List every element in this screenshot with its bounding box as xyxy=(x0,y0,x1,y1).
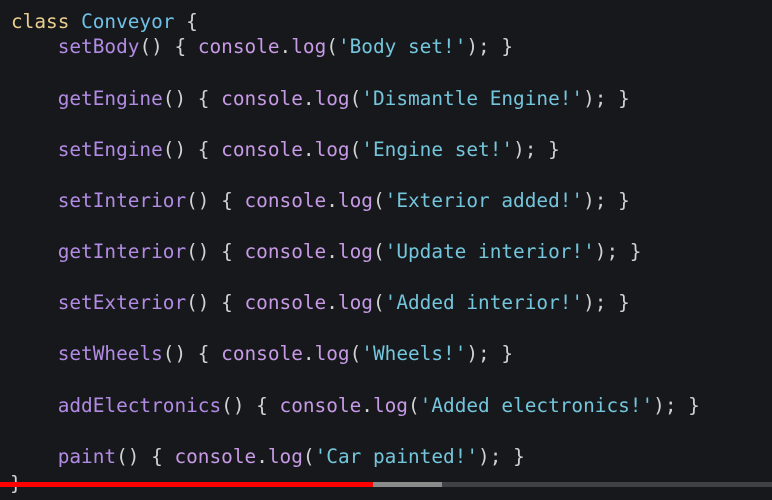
method-line: setInterior() { console.log('Exterior ad… xyxy=(57,189,630,212)
method-name: addElectronics xyxy=(57,394,222,417)
code-editor: class Conveyor { setBody() { console.log… xyxy=(0,0,772,500)
log-method: log xyxy=(314,87,350,110)
progress-played xyxy=(0,482,373,487)
method-line: setWheels() { console.log('Wheels!'); } xyxy=(57,342,514,365)
log-method: log xyxy=(337,240,373,263)
method-name: setWheels xyxy=(57,342,163,365)
method-name: setBody xyxy=(57,35,140,58)
method-line: getEngine() { console.log('Dismantle Eng… xyxy=(57,87,630,110)
method-name: setEngine xyxy=(57,138,163,161)
console-object: console xyxy=(174,445,257,468)
method-line: setEngine() { console.log('Engine set!')… xyxy=(57,138,560,161)
log-method: log xyxy=(372,394,408,417)
log-method: log xyxy=(314,342,350,365)
video-progress-bar[interactable] xyxy=(0,482,772,487)
console-object: console xyxy=(221,342,303,365)
log-method: log xyxy=(337,291,373,314)
console-object: console xyxy=(244,189,327,212)
console-object: console xyxy=(221,138,303,161)
log-method: log xyxy=(337,189,373,212)
log-method: log xyxy=(314,138,350,161)
method-name: setExterior xyxy=(57,291,187,314)
log-message-string: 'Exterior added!' xyxy=(384,189,584,212)
class-name: Conveyor xyxy=(81,10,175,33)
log-method: log xyxy=(267,445,303,468)
console-object: console xyxy=(244,291,327,314)
log-message-string: 'Added interior!' xyxy=(384,291,584,314)
method-line: getInterior() { console.log('Update inte… xyxy=(57,240,642,263)
method-name: getInterior xyxy=(57,240,187,263)
method-name: setInterior xyxy=(57,189,187,212)
log-message-string: 'Engine set!' xyxy=(361,138,514,161)
method-line: setBody() { console.log('Body set!'); } xyxy=(57,35,514,58)
class-keyword: class xyxy=(11,10,70,33)
console-object: console xyxy=(197,35,280,58)
log-message-string: 'Update interior!' xyxy=(384,240,595,263)
method-line: paint() { console.log('Car painted!'); } xyxy=(57,445,525,468)
open-brace: { xyxy=(174,10,198,33)
log-message-string: 'Body set!' xyxy=(337,35,467,58)
method-name: getEngine xyxy=(57,87,163,110)
console-object: console xyxy=(279,394,362,417)
console-object: console xyxy=(244,240,327,263)
class-declaration-line: class Conveyor { xyxy=(11,10,198,34)
log-message-string: 'Dismantle Engine!' xyxy=(361,87,584,110)
method-line: addElectronics() { console.log('Added el… xyxy=(57,394,700,417)
log-message-string: 'Wheels!' xyxy=(361,342,467,365)
method-name: paint xyxy=(57,445,117,468)
log-method: log xyxy=(291,35,327,58)
log-message-string: 'Added electronics!' xyxy=(419,394,654,417)
console-object: console xyxy=(221,87,303,110)
method-line: setExterior() { console.log('Added inter… xyxy=(57,291,630,314)
log-message-string: 'Car painted!' xyxy=(314,445,479,468)
